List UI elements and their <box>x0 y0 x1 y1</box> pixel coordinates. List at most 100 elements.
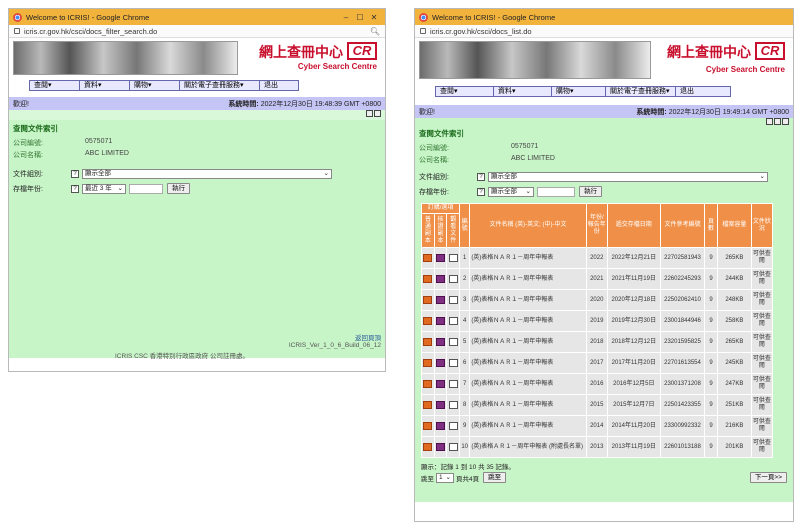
order-copy-cell[interactable] <box>421 415 435 437</box>
doc-status[interactable]: 可供查閱 <box>750 394 774 416</box>
nav-about[interactable]: 關於電子查冊服務▾ <box>606 87 676 96</box>
year-select[interactable]: 顯示全部 ⌄ <box>488 186 534 197</box>
question-icon[interactable]: ? <box>477 187 485 196</box>
order-copy-icon[interactable] <box>423 358 433 367</box>
view-document-icon[interactable] <box>448 358 458 367</box>
view-document-cell[interactable] <box>446 373 461 395</box>
order-copy-cell[interactable] <box>421 352 435 374</box>
certified-copy-icon[interactable] <box>436 421 446 430</box>
save-icon[interactable] <box>774 118 781 125</box>
back-top-link[interactable]: 返回頁頂 <box>355 332 381 342</box>
certified-copy-cell[interactable] <box>433 373 448 395</box>
certified-copy-icon[interactable] <box>436 400 446 409</box>
order-copy-icon[interactable] <box>423 253 433 262</box>
jump-button[interactable]: 跳至 <box>483 472 507 483</box>
doc-status[interactable]: 可供查閱 <box>750 373 774 395</box>
view-document-cell[interactable] <box>446 331 461 353</box>
nav-info[interactable]: 資料▾ <box>494 87 552 96</box>
zoom-icon[interactable]: 🔍︎ <box>370 27 380 36</box>
order-copy-cell[interactable] <box>421 394 435 416</box>
nav-shopping[interactable]: 購物▾ <box>130 81 180 90</box>
doc-status[interactable]: 可供查閱 <box>750 415 774 437</box>
url-text[interactable]: icris.cr.gov.hk/csci/docs_filter_search.… <box>24 27 370 36</box>
certified-copy-cell[interactable] <box>433 331 448 353</box>
certified-copy-icon[interactable] <box>436 337 446 346</box>
url-text[interactable]: icris.cr.gov.hk/csci/docs_list.do <box>430 27 788 36</box>
view-document-icon[interactable] <box>448 421 458 430</box>
print-icon[interactable] <box>366 110 373 117</box>
nav-search[interactable]: 查閱▾ <box>436 87 494 96</box>
certified-copy-icon[interactable] <box>436 316 446 325</box>
view-document-icon[interactable] <box>448 400 458 409</box>
go-button[interactable]: 執行 <box>167 183 190 194</box>
doc-status[interactable]: 可供查閱 <box>750 331 774 353</box>
certified-copy-cell[interactable] <box>433 247 448 269</box>
help-icon[interactable] <box>374 110 381 117</box>
order-copy-cell[interactable] <box>421 247 435 269</box>
order-copy-icon[interactable] <box>423 295 433 304</box>
question-icon[interactable]: ? <box>71 184 79 193</box>
doc-status[interactable]: 可供查閱 <box>750 289 774 311</box>
view-document-cell[interactable] <box>446 436 461 458</box>
certified-copy-icon[interactable] <box>436 358 446 367</box>
certified-copy-cell[interactable] <box>433 268 448 290</box>
doc-status[interactable]: 可供查閱 <box>750 247 774 269</box>
go-button[interactable]: 執行 <box>579 186 602 197</box>
certified-copy-icon[interactable] <box>436 274 446 283</box>
page-select[interactable]: 1 ⌄ <box>436 472 454 483</box>
nav-logout[interactable]: 退出 <box>676 87 698 96</box>
order-copy-icon[interactable] <box>423 442 433 451</box>
doc-group-select[interactable]: 顯示全部 ⌄ <box>488 172 768 182</box>
next-page-button[interactable]: 下一頁>> <box>749 472 787 483</box>
certified-copy-cell[interactable] <box>433 310 448 332</box>
question-icon[interactable]: ? <box>71 170 79 178</box>
doc-status[interactable]: 可供查閱 <box>750 352 774 374</box>
order-copy-icon[interactable] <box>423 421 433 430</box>
order-copy-icon[interactable] <box>423 379 433 388</box>
order-copy-icon[interactable] <box>423 337 433 346</box>
order-copy-icon[interactable] <box>423 400 433 409</box>
nav-about[interactable]: 關於電子查冊服務▾ <box>180 81 260 90</box>
view-document-cell[interactable] <box>446 247 461 269</box>
view-document-icon[interactable] <box>448 379 458 388</box>
address-bar[interactable]: icris.cr.gov.hk/csci/docs_list.do <box>415 25 793 38</box>
view-document-icon[interactable] <box>448 295 458 304</box>
nav-logout[interactable]: 退出 <box>260 81 282 90</box>
view-document-icon[interactable] <box>448 316 458 325</box>
minimize-icon[interactable]: – <box>339 13 353 22</box>
order-copy-icon[interactable] <box>423 316 433 325</box>
maximize-icon[interactable]: ☐ <box>353 13 367 22</box>
order-copy-cell[interactable] <box>421 310 435 332</box>
year-input[interactable] <box>537 186 575 197</box>
doc-status[interactable]: 可供查閱 <box>750 268 774 290</box>
nav-shopping[interactable]: 購物▾ <box>552 87 606 96</box>
view-document-cell[interactable] <box>446 268 461 290</box>
certified-copy-icon[interactable] <box>436 442 446 451</box>
question-icon[interactable]: ? <box>477 173 485 181</box>
close-icon[interactable]: ✕ <box>367 13 381 22</box>
certified-copy-cell[interactable] <box>433 394 448 416</box>
certified-copy-cell[interactable] <box>433 436 448 458</box>
view-document-cell[interactable] <box>446 415 461 437</box>
print-icon[interactable] <box>766 118 773 125</box>
certified-copy-cell[interactable] <box>433 415 448 437</box>
certified-copy-cell[interactable] <box>433 289 448 311</box>
doc-status[interactable]: 可供查閱 <box>750 436 774 458</box>
view-document-icon[interactable] <box>448 253 458 262</box>
certified-copy-icon[interactable] <box>436 253 446 262</box>
view-document-cell[interactable] <box>446 310 461 332</box>
view-document-cell[interactable] <box>446 289 461 311</box>
help-icon[interactable] <box>782 118 789 125</box>
certified-copy-cell[interactable] <box>433 352 448 374</box>
doc-status[interactable]: 可供查閱 <box>750 310 774 332</box>
order-copy-cell[interactable] <box>421 436 435 458</box>
nav-search[interactable]: 查閱▾ <box>30 81 80 90</box>
order-copy-cell[interactable] <box>421 373 435 395</box>
order-copy-cell[interactable] <box>421 289 435 311</box>
order-copy-cell[interactable] <box>421 268 435 290</box>
certified-copy-icon[interactable] <box>436 379 446 388</box>
nav-info[interactable]: 資料▾ <box>80 81 130 90</box>
view-document-icon[interactable] <box>448 337 458 346</box>
view-document-cell[interactable] <box>446 352 461 374</box>
certified-copy-icon[interactable] <box>436 295 446 304</box>
